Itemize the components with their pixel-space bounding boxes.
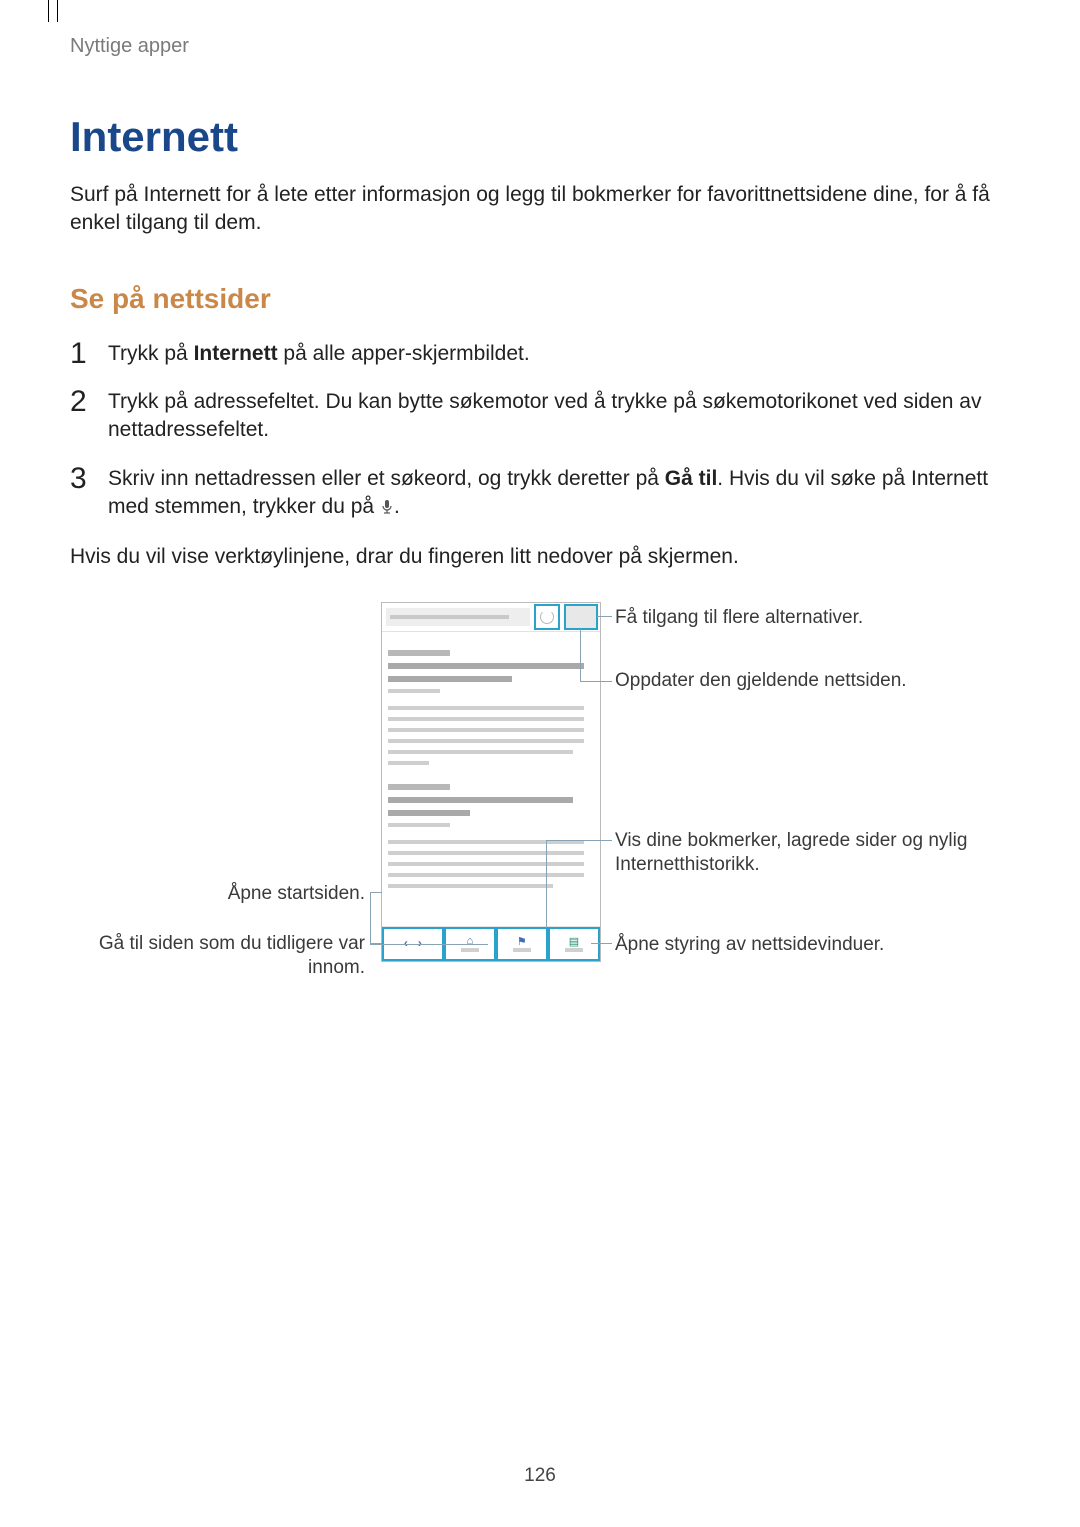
bookmarks-button: ⚑ xyxy=(496,927,548,961)
microphone-icon xyxy=(380,495,394,523)
callout-more-options: Få tilgang til flere alternativer. xyxy=(615,606,985,630)
page-content-mock xyxy=(382,632,600,888)
callout-refresh: Oppdater den gjeldende nettsiden. xyxy=(615,669,985,693)
steps-list: 1 Trykk på Internett på alle apper-skjer… xyxy=(70,340,1010,524)
step-text-period: . xyxy=(394,495,400,518)
refresh-button xyxy=(534,604,560,630)
step-text-bold: Gå til xyxy=(665,467,718,490)
page-tab-mark xyxy=(48,0,58,22)
step-text-pre: Skriv inn nettadressen eller et søkeord,… xyxy=(108,467,665,490)
address-bar-row xyxy=(382,603,600,632)
step-text-pre: Trykk på adressefeltet. Du kan bytte søk… xyxy=(108,390,981,441)
callout-tabs: Åpne styring av nettsidevinduer. xyxy=(615,933,985,957)
callout-line xyxy=(370,892,382,893)
browser-diagram: ‹ › ⌂ ⚑ ▤ Få tilgang til xyxy=(70,602,1010,1002)
page-title: Internett xyxy=(70,113,1010,161)
callout-line xyxy=(370,892,371,944)
refresh-icon xyxy=(540,610,554,624)
intro-paragraph: Surf på Internett for å lete etter infor… xyxy=(70,181,1010,238)
callout-nav: Gå til siden som du tidligere var innom. xyxy=(70,932,365,980)
callout-home: Åpne startsiden. xyxy=(130,882,365,906)
callout-line xyxy=(580,629,581,681)
step-number: 1 xyxy=(70,334,87,375)
phone-mockup: ‹ › ⌂ ⚑ ▤ xyxy=(381,602,601,962)
breadcrumb: Nyttige apper xyxy=(70,35,1010,58)
bookmark-icon: ⚑ xyxy=(517,935,527,948)
more-button xyxy=(564,604,598,630)
callout-line xyxy=(597,616,612,617)
address-field xyxy=(386,608,530,626)
step-text-post: på alle apper-skjermbildet. xyxy=(278,342,530,365)
step-3: 3 Skriv inn nettadressen eller et søkeor… xyxy=(70,465,1010,524)
tabs-button: ▤ xyxy=(548,927,600,961)
step-text-bold: Internett xyxy=(194,342,278,365)
step-text-pre: Trykk på xyxy=(108,342,194,365)
callout-line xyxy=(580,681,612,682)
callout-line xyxy=(546,840,547,928)
callout-line xyxy=(370,944,488,945)
section-subtitle: Se på nettsider xyxy=(70,283,1010,315)
after-steps-paragraph: Hvis du vil vise verktøylinjene, drar du… xyxy=(70,543,1010,571)
step-number: 2 xyxy=(70,382,87,423)
step-2: 2 Trykk på adressefeltet. Du kan bytte s… xyxy=(70,388,1010,445)
callout-line xyxy=(370,943,382,944)
home-icon: ⌂ xyxy=(466,935,473,947)
callout-line xyxy=(591,943,612,944)
page-number: 126 xyxy=(0,1465,1080,1487)
callout-line xyxy=(546,840,612,841)
callout-bookmarks: Vis dine bokmerker, lagrede sider og nyl… xyxy=(615,829,985,877)
step-1: 1 Trykk på Internett på alle apper-skjer… xyxy=(70,340,1010,368)
tabs-icon: ▤ xyxy=(569,935,579,948)
step-number: 3 xyxy=(70,459,87,500)
